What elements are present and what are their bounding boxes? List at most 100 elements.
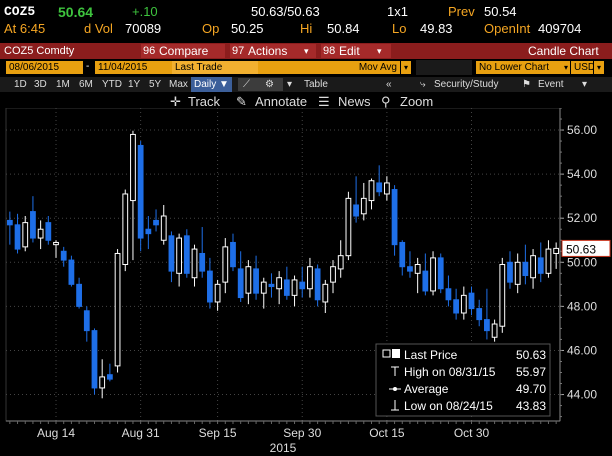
security-name[interactable]: COZ5 Comdty xyxy=(4,43,74,59)
actions-button[interactable]: 97 Actions ▾ xyxy=(230,44,316,58)
compare-button[interactable]: 96 Compare xyxy=(141,44,225,58)
candle xyxy=(53,240,59,258)
candle xyxy=(322,279,329,313)
legend-value: 43.83 xyxy=(516,399,546,413)
bid-ask-size: 1x1 xyxy=(387,4,408,19)
candle-body xyxy=(153,219,159,226)
candle xyxy=(299,266,306,298)
candle xyxy=(507,251,513,289)
options-gap xyxy=(416,60,472,75)
collapse-icon[interactable]: « xyxy=(386,77,392,92)
chart-type: Candle Chart xyxy=(528,44,599,58)
candle-body xyxy=(183,235,190,274)
candle xyxy=(260,277,267,309)
candle-body xyxy=(291,279,298,296)
price-chart[interactable]: 44.00 46.00 48.00 50.00 52.00 54.00 56.00 Aug … xyxy=(0,108,612,456)
currency-dropdown-icon[interactable]: ▾ xyxy=(594,61,604,74)
candle xyxy=(476,299,483,327)
start-date-field[interactable]: 08/06/2015 xyxy=(6,61,83,74)
last-price-tag: 50.63 xyxy=(566,242,596,256)
candle xyxy=(491,319,498,342)
upper-study-select[interactable]: Mov Avg xyxy=(258,61,400,74)
candle xyxy=(130,130,136,261)
range-5y[interactable]: 5Y xyxy=(149,77,161,92)
range-1d[interactable]: 1D xyxy=(14,77,27,92)
candle-body xyxy=(545,248,552,274)
candle xyxy=(122,189,129,272)
candle-body xyxy=(22,222,29,248)
y-tick-label: 50.00 xyxy=(567,255,597,269)
candle xyxy=(276,271,283,305)
candle xyxy=(530,249,536,289)
currency-select[interactable]: USD xyxy=(571,61,595,74)
candle xyxy=(307,257,313,298)
candle-body xyxy=(330,266,336,283)
candle-body xyxy=(368,180,375,202)
security-study-button[interactable]: Security/Study xyxy=(434,77,498,92)
range-3d[interactable]: 3D xyxy=(34,77,47,92)
event-dropdown-icon[interactable]: ▾ xyxy=(582,77,587,92)
candle xyxy=(360,182,367,221)
y-tick-label: 54.00 xyxy=(567,167,597,181)
prev-label: Prev xyxy=(448,4,475,19)
event-button[interactable]: Event xyxy=(538,77,564,92)
ticker: COZ5 xyxy=(4,4,36,19)
end-date-field[interactable]: 11/04/2015 xyxy=(95,61,172,74)
table-button[interactable]: Table xyxy=(304,77,328,92)
high-label: Hi xyxy=(300,21,313,36)
candle xyxy=(330,260,336,294)
range-max[interactable]: Max xyxy=(169,77,188,92)
high-value: 50.84 xyxy=(327,21,360,36)
candle-body xyxy=(522,261,529,277)
dvol-value: 70089 xyxy=(125,21,162,36)
open-label: Op xyxy=(202,21,220,36)
y-tick-label: 56.00 xyxy=(567,123,597,137)
candle xyxy=(214,279,221,311)
edit-dropdown-icon: ▾ xyxy=(377,46,382,56)
edit-number: 98 xyxy=(323,45,336,57)
legend-value: 55.97 xyxy=(516,365,546,379)
candle-body xyxy=(30,211,36,239)
compare-number: 96 xyxy=(143,45,156,57)
range-ytd[interactable]: YTD xyxy=(102,77,122,92)
range-6m[interactable]: 6M xyxy=(79,77,93,92)
legend-label: Average xyxy=(404,382,449,396)
edit-button[interactable]: 98 Edit ▾ xyxy=(321,44,391,58)
candle-body xyxy=(53,241,59,246)
chart-style-dropdown-icon[interactable]: ▾ xyxy=(287,77,292,92)
upper-study-dropdown-icon[interactable]: ▾ xyxy=(401,61,411,74)
candle-body xyxy=(414,264,421,274)
candle-body xyxy=(299,281,306,290)
x-tick-label: Aug 14 xyxy=(37,426,75,440)
security-study-icon: ⤷ xyxy=(420,79,426,90)
candle-body xyxy=(360,197,367,215)
price-type-select[interactable]: Last Trade xyxy=(172,61,252,74)
range-1y[interactable]: 1Y xyxy=(128,77,140,92)
candle-body xyxy=(145,228,152,235)
last-price: 50.64 xyxy=(58,4,94,20)
openint-value: 409704 xyxy=(538,21,582,36)
candle xyxy=(76,277,82,309)
chart-legend: Last Price 50.63 High on 08/31/15 55.97 Aver… xyxy=(375,343,551,417)
candle xyxy=(183,229,190,278)
last-price-marker: 50.63 xyxy=(560,239,611,257)
candle-body xyxy=(122,193,129,265)
lower-study-dropdown-icon[interactable]: ▾ xyxy=(562,61,570,74)
candle xyxy=(137,141,144,252)
candle xyxy=(353,176,359,223)
candle xyxy=(484,288,490,340)
candle-body xyxy=(130,133,136,202)
candle-body xyxy=(253,268,259,294)
candle xyxy=(407,251,413,278)
lower-study-select[interactable]: No Lower Chart xyxy=(476,61,562,74)
candle xyxy=(168,231,175,283)
candle-body xyxy=(237,268,244,299)
low-label: Lo xyxy=(392,21,407,36)
candle xyxy=(106,363,113,382)
openint-label: OpenInt xyxy=(484,21,531,36)
candle-body xyxy=(60,250,67,261)
range-1m[interactable]: 1M xyxy=(56,77,70,92)
period-select[interactable]: Daily ▼ xyxy=(191,77,232,92)
event-flag-icon: ⚑ xyxy=(522,79,531,90)
x-axis: Aug 14 Aug 31 Sep 15 Sep 30 Oct 15 Oct 30 2015 xyxy=(6,420,560,455)
